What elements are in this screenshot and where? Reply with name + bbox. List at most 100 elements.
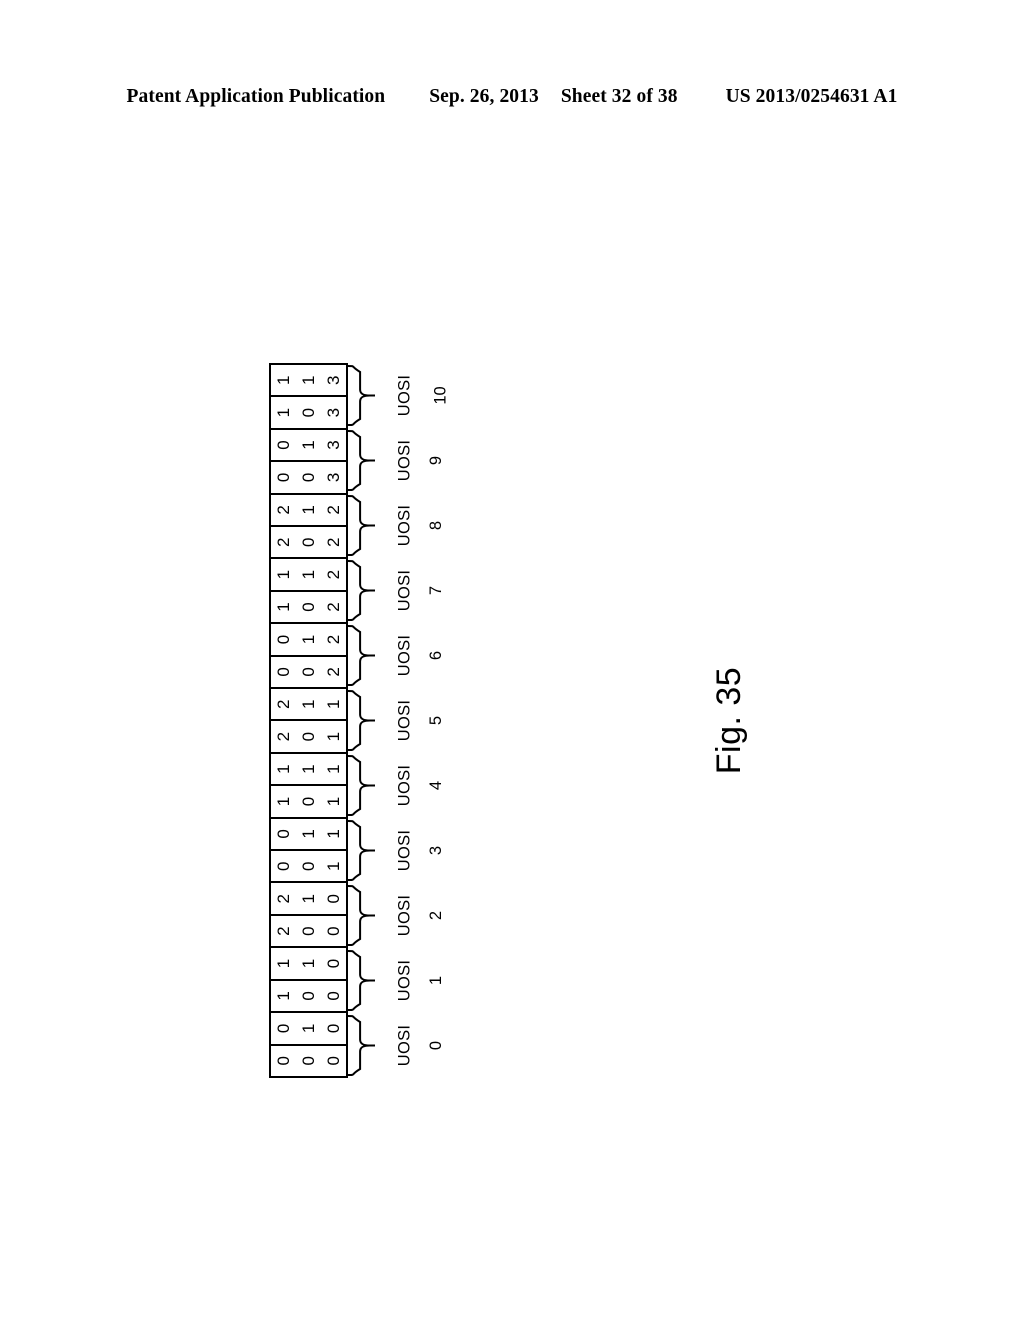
table-cell: 2: [324, 634, 343, 645]
table-cell: 0: [274, 667, 293, 677]
uosi-group: UOSI 1: [347, 948, 445, 1013]
table-cell: 0: [274, 861, 293, 872]
table-row: 003: [271, 460, 346, 493]
table-row: 113: [271, 365, 346, 395]
table-cell: 3: [324, 375, 343, 385]
table-row: 011: [271, 816, 346, 850]
uosi-group-label: UOSI 5: [384, 688, 448, 753]
table-cell: 1: [299, 1023, 318, 1034]
table-cell: 1: [299, 569, 318, 580]
table-row: 200: [271, 913, 346, 947]
table-cell: 2: [324, 602, 343, 612]
table-cell: 1: [324, 731, 343, 742]
table-cell: 1: [299, 634, 318, 645]
uosi-group-label: UOSI 6: [384, 623, 448, 688]
group-brace-icon: [347, 495, 375, 556]
group-brace-icon: [347, 755, 375, 816]
uosi-label-number: 3: [426, 845, 445, 856]
table-cell: 1: [274, 958, 293, 969]
table-row: 100: [271, 978, 346, 1012]
table-cell: 1: [274, 375, 293, 385]
uosi-group: UOSI 9: [347, 428, 445, 493]
table-cell: 2: [324, 505, 343, 515]
table-row: 210: [271, 881, 346, 914]
table-cell: 1: [324, 796, 343, 807]
uosi-label-prefix: UOSI: [395, 374, 414, 417]
uosi-label-prefix: UOSI: [395, 634, 414, 677]
table-cell: 0: [274, 440, 293, 450]
group-brace-icon: [347, 690, 375, 751]
table-row: 112: [271, 557, 346, 590]
uosi-group-label: UOSI 4: [384, 753, 448, 818]
uosi-label-prefix: UOSI: [395, 439, 414, 482]
group-brace-icon: [347, 625, 375, 686]
table-row: 010: [271, 1011, 346, 1044]
table-cell: 0: [299, 731, 318, 742]
uosi-group: UOSI 7: [347, 558, 445, 623]
uosi-table-wrapper: 1131030130032122021121020120022112011111…: [269, 363, 348, 1078]
uosi-label-prefix: UOSI: [395, 569, 414, 612]
table-cell: 1: [274, 569, 293, 580]
uosi-label-number: 0: [426, 1040, 445, 1051]
uosi-label-prefix: UOSI: [395, 959, 414, 1002]
uosi-group: UOSI 6: [347, 623, 445, 688]
table-cell: 0: [274, 829, 293, 839]
group-brace-icon: [347, 430, 375, 491]
uosi-group: UOSI 8: [347, 493, 445, 558]
table-cell: 2: [274, 699, 293, 709]
uosi-label-number: 10: [431, 386, 450, 405]
uosi-group-label: UOSI 7: [384, 558, 448, 623]
uosi-label-prefix: UOSI: [395, 504, 414, 547]
uosi-group: UOSI 0: [347, 1013, 445, 1078]
uosi-label-number: 4: [426, 780, 445, 791]
table-row: 013: [271, 427, 346, 461]
table-cell: 0: [324, 1023, 343, 1034]
table-cell: 0: [274, 472, 293, 483]
table-cell: 1: [299, 829, 318, 839]
figure-35-diagram: 1131030130032122021121020120022112011111…: [0, 0, 1024, 1320]
uosi-label-number: 8: [426, 520, 445, 531]
table-row: 212: [271, 492, 346, 526]
group-brace-icon: [347, 820, 375, 881]
table-row: 012: [271, 622, 346, 655]
uosi-label-number: 5: [426, 715, 445, 726]
table-cell: 2: [324, 537, 343, 547]
table-cell: 3: [324, 407, 343, 418]
uosi-group: UOSI 10: [347, 363, 449, 428]
table-cell: 0: [299, 667, 318, 677]
table-cell: 0: [324, 991, 343, 1001]
uosi-group: UOSI 4: [347, 753, 445, 818]
uosi-label-prefix: UOSI: [395, 764, 414, 807]
uosi-group: UOSI 2: [347, 883, 445, 948]
table-row: 111: [271, 751, 346, 785]
table-cell: 2: [324, 667, 343, 677]
uosi-label-number: 7: [426, 585, 445, 596]
table-row: 102: [271, 589, 346, 623]
uosi-group-label: UOSI 10: [384, 363, 450, 428]
table-row: 002: [271, 654, 346, 688]
table-cell: 1: [299, 375, 318, 385]
table-row: 000: [271, 1043, 346, 1076]
table-cell: 0: [274, 634, 293, 645]
table-cell: 2: [324, 569, 343, 580]
table-cell: 0: [324, 958, 343, 969]
uosi-label-number: 9: [426, 455, 445, 466]
table-cell: 2: [274, 893, 293, 904]
table-row: 211: [271, 687, 346, 720]
table-cell: 1: [324, 829, 343, 839]
table-cell: 0: [299, 926, 318, 936]
table-cell: 1: [274, 796, 293, 807]
table-cell: 3: [324, 472, 343, 483]
table-cell: 1: [274, 991, 293, 1001]
table-row: 103: [271, 395, 346, 428]
uosi-label-number: 1: [426, 975, 445, 986]
table-cell: 1: [299, 440, 318, 450]
table-cell: 1: [274, 764, 293, 774]
table-cell: 3: [324, 440, 343, 450]
table-cell: 0: [299, 861, 318, 872]
table-cell: 0: [299, 796, 318, 807]
uosi-label-number: 6: [426, 650, 445, 661]
uosi-label-number: 2: [426, 910, 445, 921]
uosi-label-prefix: UOSI: [395, 894, 414, 937]
table-row: 201: [271, 719, 346, 752]
